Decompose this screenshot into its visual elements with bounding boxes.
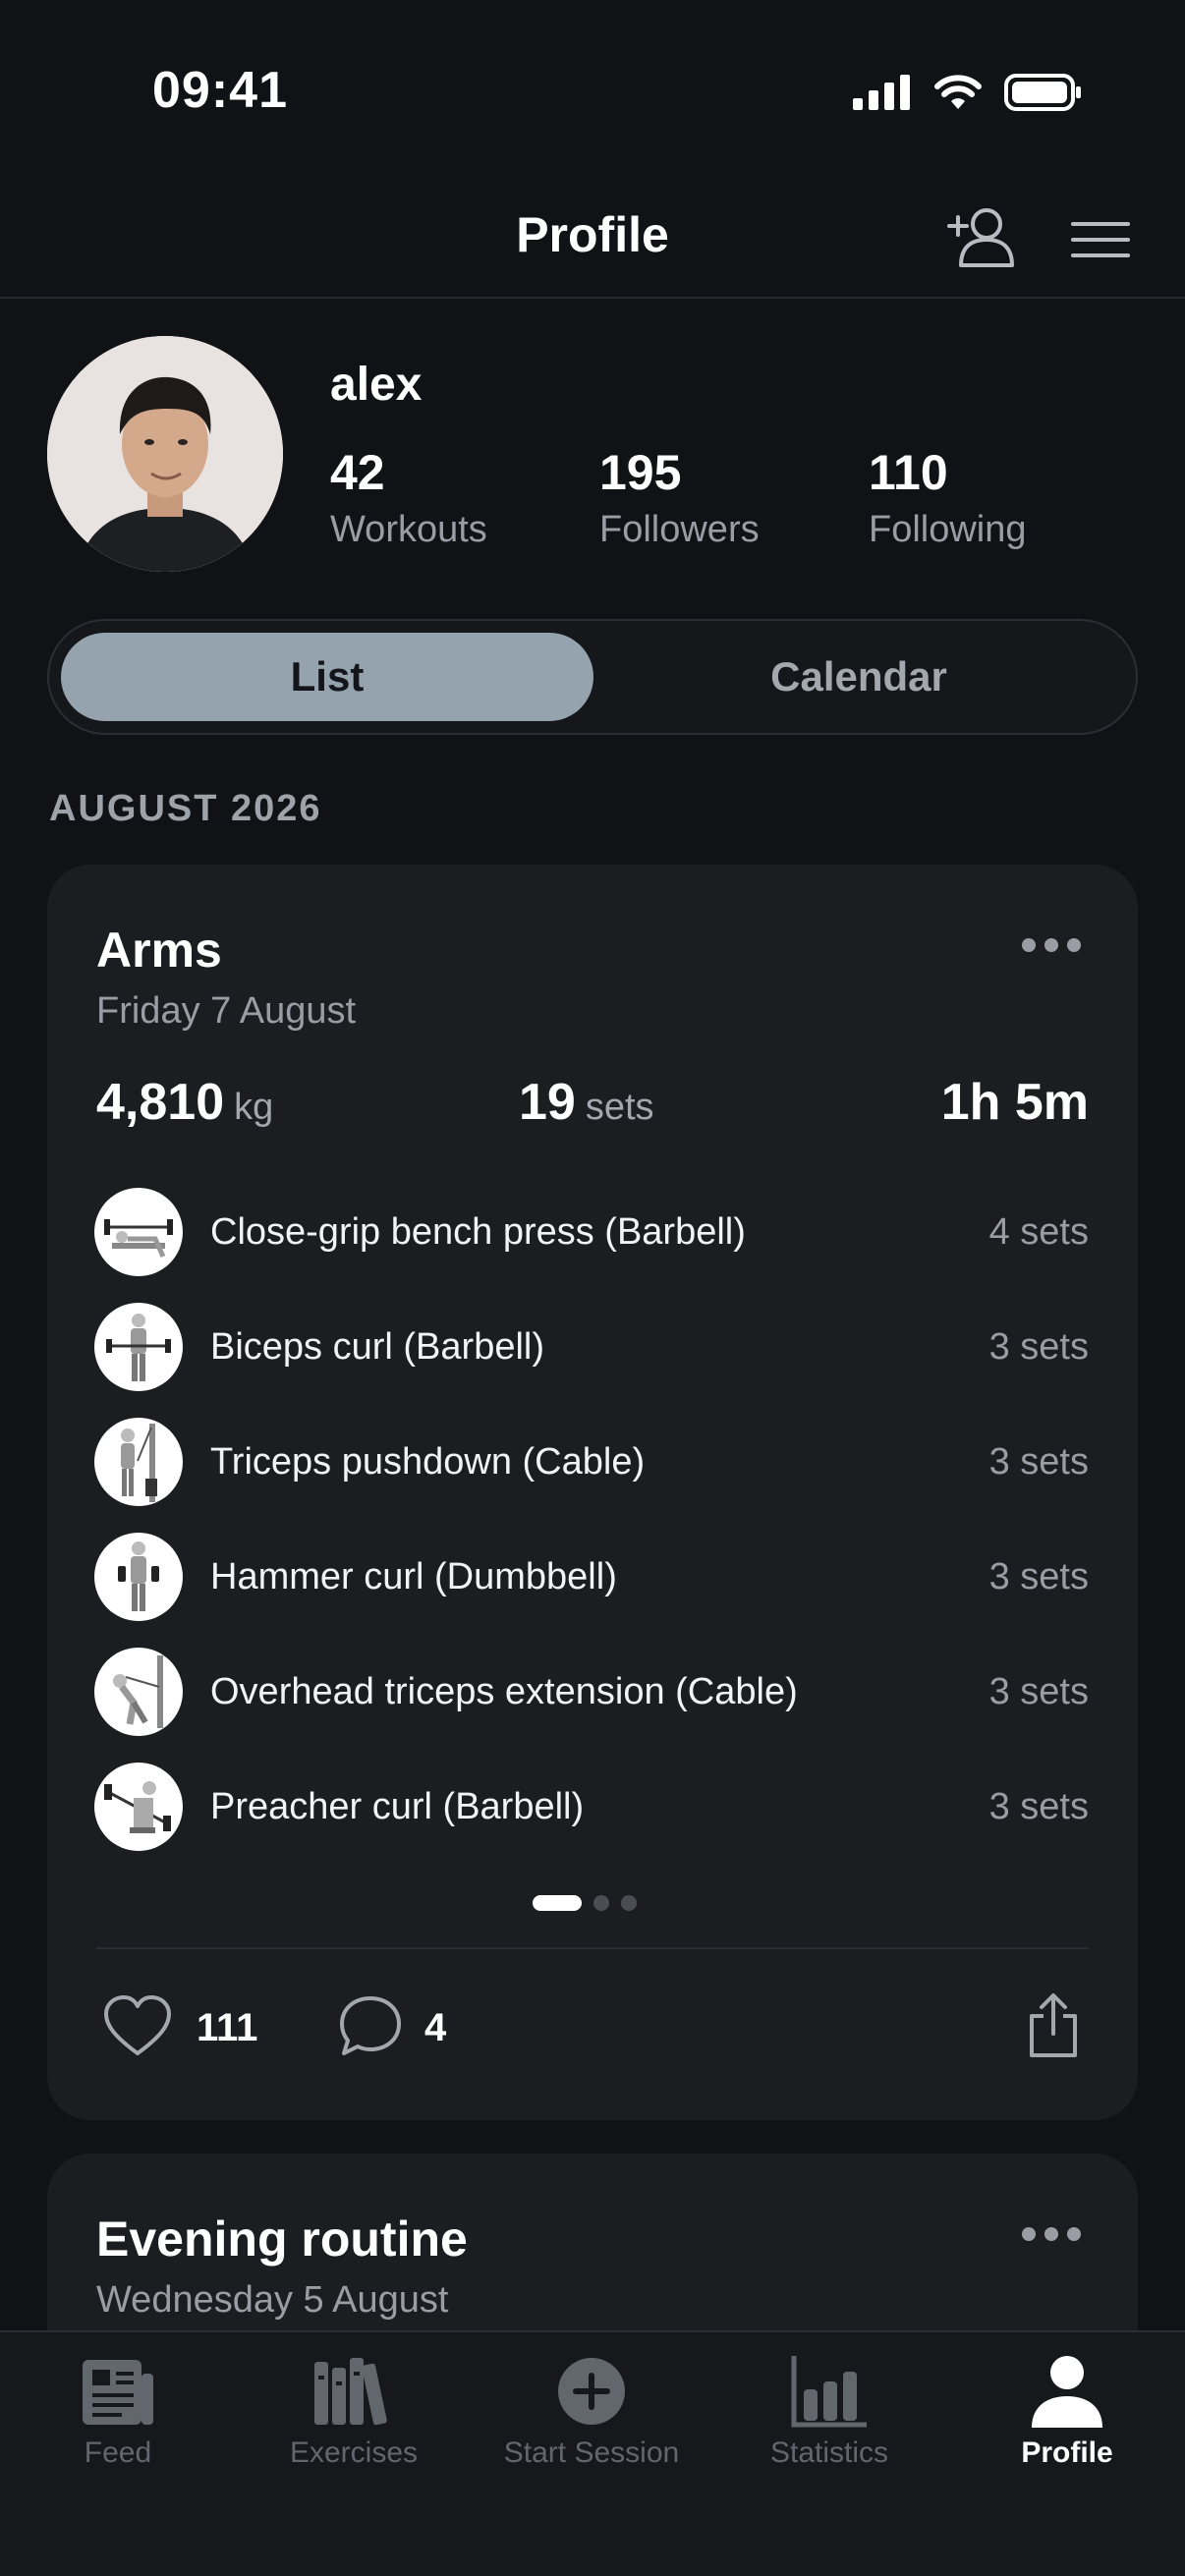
pager-dot-active[interactable] bbox=[533, 1895, 582, 1911]
sets-unit: sets bbox=[585, 1087, 654, 1128]
menu-icon[interactable] bbox=[1071, 220, 1130, 259]
person-icon bbox=[1032, 2356, 1102, 2428]
battery-icon bbox=[1004, 74, 1081, 111]
exercise-name: Biceps curl (Barbell) bbox=[210, 1325, 544, 1368]
volume-value: 4,810 bbox=[96, 1074, 225, 1131]
comment-icon[interactable] bbox=[338, 1994, 403, 2059]
sets-metric: 19 sets bbox=[519, 1073, 654, 1132]
plus-circle-icon bbox=[558, 2358, 625, 2425]
heart-icon[interactable] bbox=[102, 1994, 173, 2057]
feed-icon bbox=[83, 2360, 153, 2425]
exercise-thumbnail bbox=[94, 1763, 183, 1851]
tab-label: Profile bbox=[1021, 2436, 1113, 2469]
tab-label: Feed bbox=[84, 2436, 152, 2469]
workout-title: Evening routine bbox=[96, 2212, 468, 2267]
wifi-icon bbox=[934, 75, 982, 109]
tab-calendar[interactable]: Calendar bbox=[593, 633, 1124, 721]
username: alex bbox=[330, 359, 423, 411]
exercise-sets: 3 sets bbox=[988, 1555, 1089, 1597]
tab-start-session[interactable]: Start Session bbox=[483, 2350, 700, 2470]
exercise-sets: 3 sets bbox=[988, 1440, 1089, 1483]
exercise-row[interactable]: Close-grip bench press (Barbell) 4 sets bbox=[94, 1187, 1089, 1277]
followers-count[interactable]: 195 bbox=[599, 444, 681, 501]
workout-title: Arms bbox=[96, 923, 222, 978]
status-time: 09:41 bbox=[152, 62, 288, 119]
followers-label[interactable]: Followers bbox=[599, 509, 760, 551]
exercise-row[interactable]: Biceps curl (Barbell) 3 sets bbox=[94, 1302, 1089, 1392]
exercise-name: Hammer curl (Dumbbell) bbox=[210, 1555, 617, 1597]
avatar[interactable] bbox=[47, 336, 283, 572]
bar-chart-icon bbox=[791, 2356, 867, 2428]
pager-dot[interactable] bbox=[621, 1895, 637, 1911]
share-icon[interactable] bbox=[1026, 1992, 1081, 2059]
tab-statistics[interactable]: Statistics bbox=[721, 2350, 937, 2470]
sets-value: 19 bbox=[519, 1074, 576, 1131]
exercise-name: Overhead triceps extension (Cable) bbox=[210, 1670, 798, 1712]
workout-date: Friday 7 August bbox=[96, 990, 357, 1032]
likes-count[interactable]: 111 bbox=[197, 2006, 257, 2050]
month-header: AUGUST 2026 bbox=[49, 788, 322, 829]
add-friend-icon[interactable] bbox=[947, 206, 1016, 267]
exercise-thumbnail bbox=[94, 1418, 183, 1506]
tab-label: Start Session bbox=[503, 2436, 680, 2469]
signal-icon bbox=[853, 75, 910, 110]
pager-dot[interactable] bbox=[593, 1895, 609, 1911]
tab-label: Exercises bbox=[289, 2436, 419, 2469]
carousel-pager[interactable] bbox=[533, 1895, 637, 1911]
following-count[interactable]: 110 bbox=[869, 444, 948, 501]
tab-list[interactable]: List bbox=[61, 633, 593, 721]
more-options-icon[interactable] bbox=[1022, 938, 1081, 952]
exercise-name: Close-grip bench press (Barbell) bbox=[210, 1210, 746, 1253]
exercise-sets: 3 sets bbox=[988, 1785, 1089, 1827]
exercise-sets: 3 sets bbox=[988, 1325, 1089, 1368]
tab-feed[interactable]: Feed bbox=[10, 2350, 226, 2470]
workouts-label: Workouts bbox=[330, 509, 487, 550]
exercise-sets: 4 sets bbox=[988, 1210, 1089, 1253]
exercise-row[interactable]: Triceps pushdown (Cable) 3 sets bbox=[94, 1417, 1089, 1507]
status-icons bbox=[853, 73, 1083, 112]
exercise-row[interactable]: Overhead triceps extension (Cable) 3 set… bbox=[94, 1647, 1089, 1737]
tab-profile[interactable]: Profile bbox=[959, 2350, 1175, 2470]
exercises-icon bbox=[314, 2358, 387, 2426]
exercise-name: Preacher curl (Barbell) bbox=[210, 1785, 585, 1827]
workout-date: Wednesday 5 August bbox=[96, 2279, 449, 2321]
workouts-count: 42 bbox=[330, 445, 385, 500]
divider bbox=[96, 1947, 1089, 1949]
exercise-thumbnail bbox=[94, 1533, 183, 1621]
volume-unit: kg bbox=[234, 1087, 274, 1128]
exercise-name: Triceps pushdown (Cable) bbox=[210, 1440, 646, 1483]
exercise-thumbnail bbox=[94, 1303, 183, 1391]
duration-value: 1h 5m bbox=[940, 1074, 1089, 1131]
exercise-thumbnail bbox=[94, 1648, 183, 1736]
following-label[interactable]: Following bbox=[869, 509, 1027, 551]
exercise-sets: 3 sets bbox=[988, 1670, 1089, 1712]
tab-label: Statistics bbox=[769, 2436, 889, 2469]
exercise-row[interactable]: Hammer curl (Dumbbell) 3 sets bbox=[94, 1532, 1089, 1622]
avatar-image bbox=[47, 336, 283, 572]
volume-metric: 4,810 kg bbox=[96, 1073, 273, 1132]
more-options-icon[interactable] bbox=[1022, 2227, 1081, 2241]
comments-count[interactable]: 4 bbox=[424, 2006, 446, 2050]
exercise-thumbnail bbox=[94, 1188, 183, 1276]
exercise-row[interactable]: Preacher curl (Barbell) 3 sets bbox=[94, 1762, 1089, 1852]
tab-exercises[interactable]: Exercises bbox=[246, 2350, 462, 2470]
